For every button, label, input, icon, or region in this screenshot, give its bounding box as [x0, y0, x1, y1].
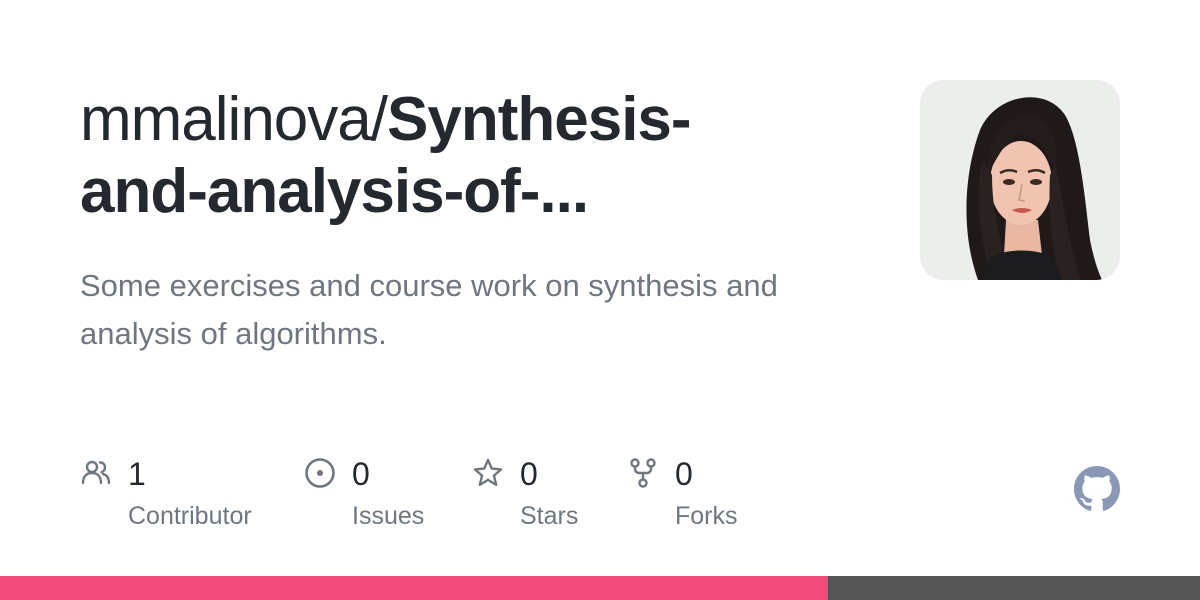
stat-issues-label: Issues: [352, 502, 425, 530]
stat-forks-label: Forks: [675, 502, 738, 530]
github-logo-icon[interactable]: [1074, 466, 1120, 512]
stat-contributors-label: Contributor: [128, 502, 252, 530]
stat-forks-value: 0: [675, 456, 693, 492]
people-icon: [80, 457, 112, 489]
repo-social-card: mmalinova/Synthesis-and-analysis-of-... …: [0, 0, 1200, 600]
fork-icon: [627, 457, 659, 489]
avatar[interactable]: [920, 80, 1120, 280]
star-icon: [472, 457, 504, 489]
repo-name-part-2: and-analysis-of-...: [80, 157, 589, 226]
repo-title[interactable]: mmalinova/Synthesis-and-analysis-of-...: [80, 84, 880, 228]
stat-stars-value: 0: [520, 456, 538, 492]
repo-owner: mmalinova/: [80, 85, 388, 154]
language-bar-segment: [828, 576, 1200, 600]
language-bar-segment: [0, 576, 828, 600]
stat-stars-label: Stars: [520, 502, 579, 530]
avatar-portrait: [920, 80, 1120, 280]
issue-icon: [304, 457, 336, 489]
repo-name-part-1: Synthesis-: [387, 85, 692, 154]
language-bar: [0, 576, 1200, 600]
stat-contributors-value: 1: [128, 456, 146, 492]
repo-description: Some exercises and course work on synthe…: [80, 268, 778, 351]
stat-issues-value: 0: [352, 456, 370, 492]
